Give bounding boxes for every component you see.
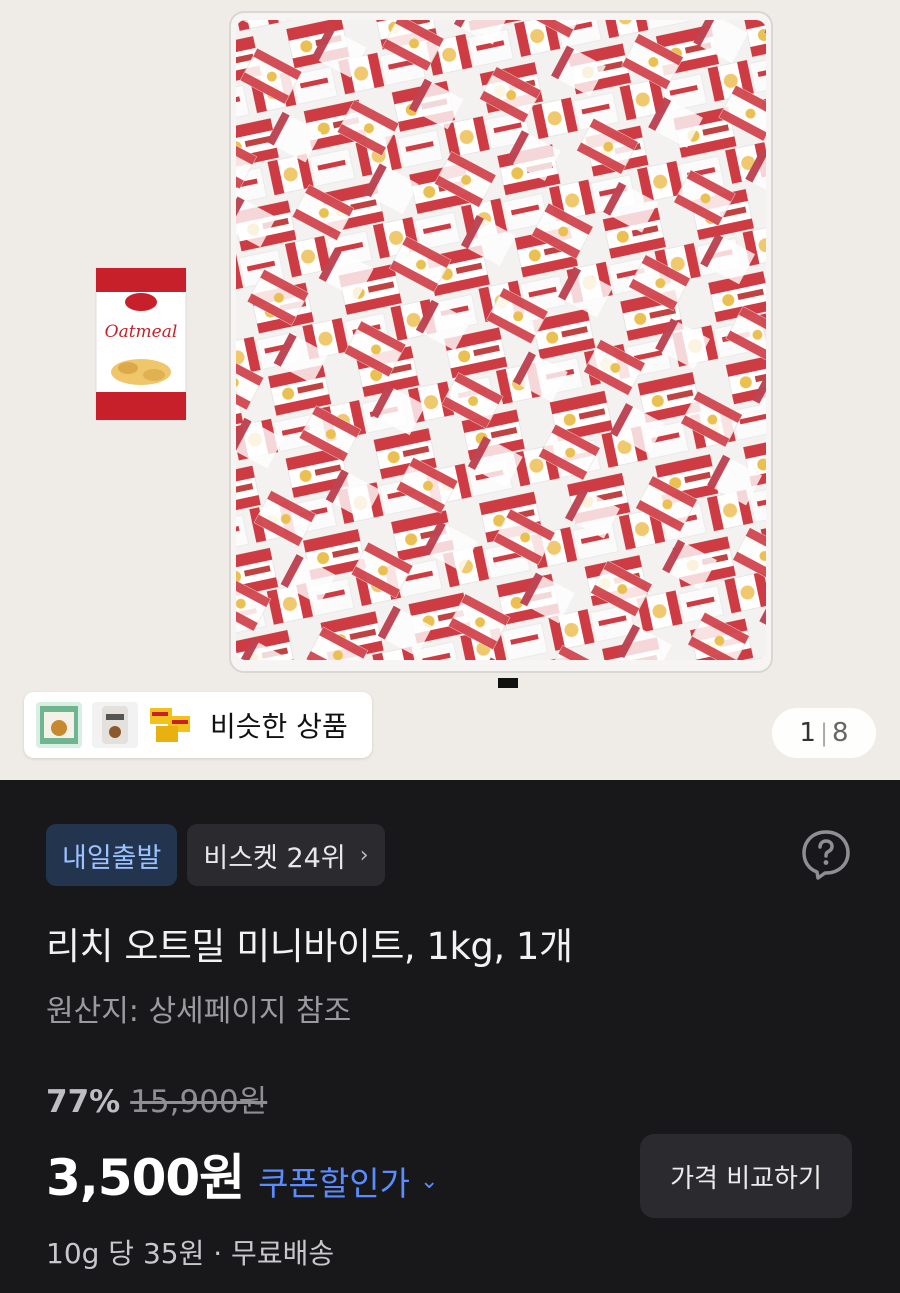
similar-thumbnail (148, 702, 194, 748)
total-pages: 8 (832, 718, 849, 748)
unit-price-shipping: 10g 당 35원 · 무료배송 (46, 1237, 335, 1270)
single-pack-label: Oatmeal (105, 322, 178, 342)
current-page: 1 (799, 718, 816, 748)
image-page-counter: 1 | 8 (772, 708, 876, 758)
price-compare-label: 가격 비교하기 (670, 1163, 822, 1194)
sale-price: 3,500원 (46, 1149, 245, 1207)
price-row: 3,500원 쿠폰할인가 ⌄ (46, 1138, 438, 1210)
category-rank-link[interactable]: 비스켓 24위 › (187, 824, 385, 886)
similar-thumbnail (36, 702, 82, 748)
coupon-label: 쿠폰할인가 (258, 1164, 410, 1203)
coupon-price-toggle[interactable]: 쿠폰할인가 ⌄ (258, 1157, 438, 1205)
price-compare-button[interactable]: 가격 비교하기 (640, 1134, 852, 1218)
product-image-gallery[interactable]: Oatmeal 비슷한 상품 1 | 8 (0, 0, 900, 780)
single-pack-image: Oatmeal (95, 267, 187, 421)
similar-thumbnail (92, 702, 138, 748)
discount-percent: 77% (46, 1084, 121, 1120)
delivery-badge-label: 내일출발 (62, 842, 162, 874)
similar-products-label: 비슷한 상품 (210, 710, 348, 743)
page-separator: | (819, 719, 829, 747)
category-rank-label: 비스켓 24위 (203, 842, 346, 874)
original-price: 15,900원 (130, 1084, 268, 1120)
similar-products-button[interactable]: 비슷한 상품 (24, 692, 372, 758)
chevron-right-icon: › (359, 842, 369, 868)
badge-row: 내일출발 비스켓 24위 › (46, 824, 385, 886)
product-info-panel: 내일출발 비스켓 24위 › 리치 오트밀 미니바이트, 1kg, 1개 원산지… (0, 780, 900, 1293)
product-title: 리치 오트밀 미니바이트, 1kg, 1개 (46, 925, 573, 968)
delivery-badge: 내일출발 (46, 824, 178, 886)
chevron-down-icon: ⌄ (419, 1168, 439, 1194)
question-circle-icon[interactable] (798, 826, 854, 882)
product-origin: 원산지: 상세페이지 참조 (46, 994, 352, 1029)
discount-row: 77% 15,900원 (46, 1076, 267, 1121)
product-photo: Oatmeal (95, 11, 773, 688)
